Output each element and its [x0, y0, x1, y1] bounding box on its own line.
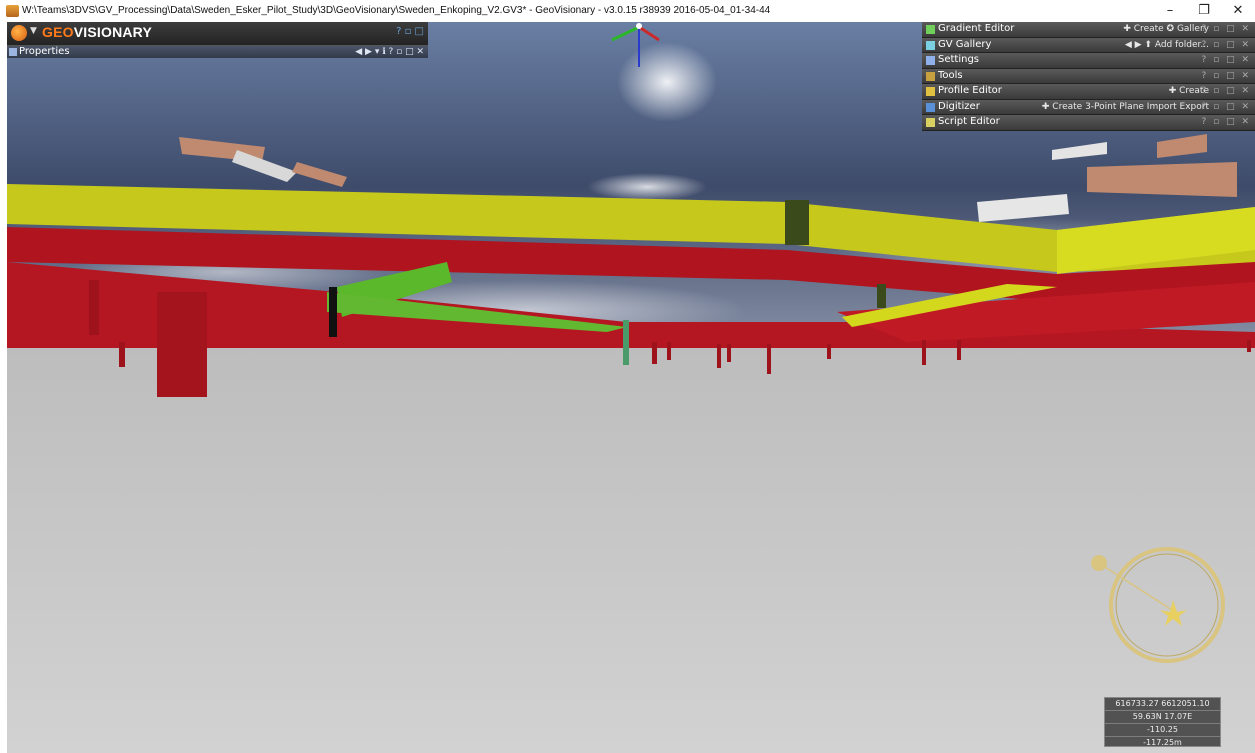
restore-button[interactable]: ❐	[1187, 0, 1221, 22]
right-panel-stack: Gradient Editor ✚ Create ✪ Gallery ? ▫ □…	[922, 22, 1255, 131]
panel-label: Script Editor	[938, 116, 1000, 127]
left-panel: ▼ GEOVISIONARY ? ▫ □ Properties ◀ ▶ ▾ ℹ …	[7, 22, 428, 58]
drill-hole	[667, 342, 671, 360]
lat-lon: 59.63N 17.07E	[1105, 711, 1220, 724]
panel-gradient-editor[interactable]: Gradient Editor ✚ Create ✪ Gallery ? ▫ □…	[922, 22, 1255, 38]
gallery-icon	[926, 40, 935, 50]
cloud-mid	[587, 173, 707, 201]
panel-label: Settings	[938, 54, 980, 65]
panel-tools[interactable]: Tools ? ▫ □ ✕	[922, 68, 1255, 84]
drill-hole	[827, 344, 831, 359]
panel-label: GV Gallery	[938, 38, 992, 50]
panel-actions[interactable]: ✚ Create 3-Point Plane Import Export	[1042, 100, 1209, 114]
digitizer-icon	[926, 102, 935, 112]
drill-hole	[767, 344, 771, 374]
cloud-top	[617, 42, 717, 122]
profile-editor-icon	[926, 87, 935, 96]
panel-script-editor[interactable]: Script Editor ? ▫ □ ✕	[922, 115, 1255, 131]
panel-controls[interactable]: ? ▫ □ ✕	[1201, 84, 1251, 98]
panel-digitizer[interactable]: Digitizer ✚ Create 3-Point Plane Import …	[922, 99, 1255, 115]
panel-controls[interactable]: ? ▫ □ ✕	[1201, 69, 1251, 83]
depth-value: -117.25m	[1143, 738, 1182, 747]
properties-controls[interactable]: ◀ ▶ ▾ ℹ ? ▫ □ ✕	[355, 46, 424, 58]
panel-label: Profile Editor	[938, 85, 1002, 96]
floating-building	[1087, 162, 1237, 197]
drill-hole	[957, 340, 961, 360]
dark-pillar	[785, 200, 809, 245]
3d-viewport[interactable]	[7, 22, 1255, 753]
brand-prefix: GEO	[42, 24, 74, 40]
drill-hole	[922, 340, 926, 365]
panel-controls[interactable]: ? ▫ □ ✕	[1201, 38, 1251, 52]
panel-controls[interactable]: ? ▫ □ ✕	[1201, 100, 1251, 114]
panel-settings[interactable]: Settings ? ▫ □ ✕	[922, 53, 1255, 69]
window-title-bar: W:\Teams\3DVS\GV_Processing\Data\Sweden_…	[0, 0, 1255, 22]
properties-icon	[9, 48, 17, 56]
brand-logo: GEOVISIONARY	[42, 24, 152, 40]
tools-icon	[926, 71, 935, 81]
window-title: W:\Teams\3DVS\GV_Processing\Data\Sweden_…	[22, 5, 771, 16]
scene-svg	[7, 22, 1255, 753]
dark-pillar-2	[877, 284, 886, 308]
menu-dropdown-icon[interactable]: ▼	[30, 26, 37, 36]
settings-icon	[926, 56, 935, 65]
panel-label: Tools	[938, 69, 963, 81]
geovisionary-logo-icon[interactable]	[11, 25, 27, 41]
panel-actions[interactable]: ✚ Create ✪ Gallery	[1123, 22, 1209, 36]
panel-profile-editor[interactable]: Profile Editor ✚ Create ? ▫ □ ✕	[922, 84, 1255, 100]
script-editor-icon	[926, 118, 935, 127]
properties-label: Properties	[19, 46, 70, 57]
header-controls[interactable]: ? ▫ □	[396, 26, 424, 37]
panel-actions[interactable]: ◀ ▶ ⬆ Add folder...	[1125, 38, 1209, 52]
elevation-value: -110.25	[1105, 724, 1220, 737]
drill-hole	[157, 292, 207, 397]
panel-label: Digitizer	[938, 100, 980, 112]
black-pillar	[329, 287, 337, 337]
drill-hole	[717, 344, 721, 368]
drill-hole	[1247, 340, 1251, 352]
drill-hole	[727, 344, 731, 362]
teal-pillar	[623, 320, 629, 365]
close-button[interactable]: ✕	[1221, 0, 1255, 22]
ground-plane	[7, 347, 1255, 753]
panel-gv-gallery[interactable]: GV Gallery ◀ ▶ ⬆ Add folder... ? ▫ □ ✕	[922, 37, 1255, 53]
panel-controls[interactable]: ? ▫ □ ✕	[1201, 22, 1251, 36]
panel-controls[interactable]: ? ▫ □ ✕	[1201, 115, 1251, 129]
easting-northing: 616733.27 6612051.10	[1105, 698, 1220, 711]
drill-hole	[119, 342, 125, 367]
brand-suffix: VISIONARY	[73, 24, 153, 40]
panel-label: Gradient Editor	[938, 23, 1015, 34]
drill-hole	[652, 342, 657, 364]
minimize-button[interactable]: –	[1153, 0, 1187, 22]
gradient-editor-icon	[926, 25, 935, 34]
properties-panel-header[interactable]: Properties ◀ ▶ ▾ ℹ ? ▫ □ ✕	[7, 46, 428, 58]
panel-controls[interactable]: ? ▫ □ ✕	[1201, 53, 1251, 67]
drill-hole	[89, 280, 99, 335]
app-header: ▼ GEOVISIONARY ? ▫ □	[7, 22, 428, 46]
coordinate-readout: 616733.27 6612051.10 59.63N 17.07E -110.…	[1104, 697, 1221, 747]
app-icon[interactable]	[6, 5, 19, 17]
